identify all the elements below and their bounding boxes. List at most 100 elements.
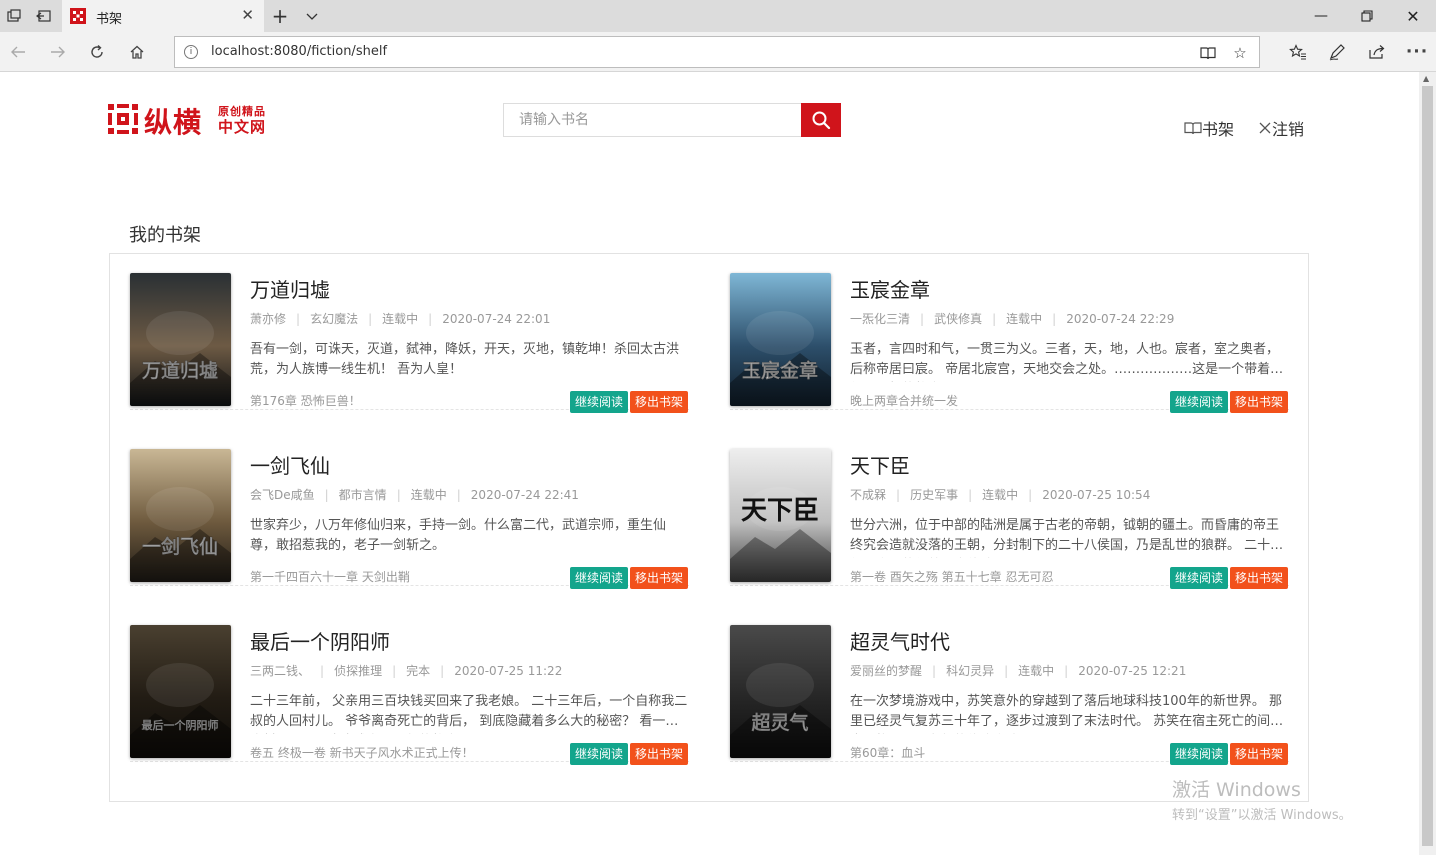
restore-icon[interactable] (1344, 4, 1390, 28)
tab-actions-icon[interactable] (4, 6, 24, 26)
refresh-icon[interactable] (86, 41, 108, 63)
continue-reading-button[interactable]: 继续阅读 (1170, 391, 1228, 413)
shelf-link[interactable]: 书架 (1184, 116, 1234, 140)
new-tab-icon[interactable]: + (270, 4, 290, 28)
browser-address-bar: i localhost:8080/fiction/shelf ☆ ··· (0, 32, 1436, 72)
logout-link[interactable]: 注销 (1258, 116, 1304, 140)
book-cover[interactable]: 天下臣 (730, 449, 831, 582)
favorite-star-icon[interactable]: ☆ (1229, 42, 1251, 64)
chevron-down-icon[interactable] (302, 6, 322, 26)
book-status: 连载中 (410, 488, 447, 502)
continue-reading-button[interactable]: 继续阅读 (1170, 743, 1228, 765)
remove-from-shelf-button[interactable]: 移出书架 (1230, 567, 1288, 589)
remove-from-shelf-button[interactable]: 移出书架 (1230, 743, 1288, 765)
book-description: 世家弃少，八万年修仙归来，手持一剑。什么富二代，武道宗师，重生仙尊，敢招惹我的，… (250, 518, 667, 553)
book-author[interactable]: 萧亦修 (250, 310, 286, 327)
book-latest-chapter[interactable]: 晚上两章合并统一发 (850, 392, 958, 409)
book-updated: 2020-07-25 11:22 (454, 664, 563, 678)
meta-divider: | (324, 488, 329, 502)
book-card: 超灵气 超灵气时代爱丽丝的梦醒 | 科幻灵异 | 连载中 | 2020-07-25 12:21… (730, 606, 1289, 765)
scroll-up-icon[interactable]: ▲ (1423, 74, 1429, 83)
search-bar (503, 103, 841, 137)
book-cover[interactable]: 最后一个阴阳师 (130, 625, 231, 758)
logo-mark-icon (108, 104, 138, 134)
meta-divider: | (896, 488, 901, 502)
book-title[interactable]: 一剑飞仙 (250, 450, 330, 479)
windows-activation-watermark: 激活 Windows 转到“设置”以激活 Windows。 (1172, 775, 1352, 823)
back-icon[interactable] (7, 41, 29, 63)
remove-from-shelf-button[interactable]: 移出书架 (1230, 391, 1288, 413)
page: 纵横 原创精品 中文网 书架 注销 我的书架 万道归墟万道归墟萧亦修|玄幻魔法|… (0, 72, 1419, 855)
watermark-line-1: 激活 Windows (1172, 779, 1301, 801)
book-category: 历史军事 (910, 488, 959, 502)
remove-from-shelf-button[interactable]: 移出书架 (630, 567, 688, 589)
book-cover[interactable]: 一剑飞仙 (130, 449, 231, 582)
meta-divider: | (992, 312, 997, 326)
reading-view-icon[interactable] (1197, 42, 1219, 64)
book-cover[interactable]: 万道归墟 (130, 273, 231, 406)
continue-reading-button[interactable]: 继续阅读 (570, 567, 628, 589)
remove-from-shelf-button[interactable]: 移出书架 (630, 391, 688, 413)
shelf-title: 我的书架 (129, 225, 201, 246)
minimize-icon[interactable]: — (1298, 4, 1344, 28)
book-updated: 2020-07-25 12:21 (1078, 664, 1187, 678)
home-icon[interactable] (126, 41, 148, 63)
book-title[interactable]: 玉宸金章 (850, 274, 930, 303)
remove-from-shelf-button[interactable]: 移出书架 (630, 743, 688, 765)
book-author[interactable]: 三两二钱、 (250, 662, 310, 679)
close-tab-icon[interactable]: ✕ (241, 6, 254, 24)
continue-reading-button[interactable]: 继续阅读 (570, 391, 628, 413)
forward-icon[interactable] (47, 41, 69, 63)
book-meta: 会飞De咸鱼 | 都市言情 | 连载中 | 2020-07-24 22:41 (250, 486, 579, 503)
info-icon[interactable]: i (184, 45, 198, 59)
share-icon[interactable] (1366, 41, 1388, 63)
cover-title: 天下臣 (741, 496, 819, 526)
book-latest-chapter[interactable]: 第60章：血斗 (850, 744, 925, 761)
book-title[interactable]: 超灵气时代 (850, 626, 950, 655)
favorites-icon[interactable] (1287, 41, 1309, 63)
close-window-icon[interactable]: ✕ (1390, 4, 1436, 28)
book-latest-chapter[interactable]: 第一卷 酉矢之殇 第五十七章 忍无可忍 (850, 568, 1053, 585)
scroll-thumb[interactable] (1422, 86, 1433, 846)
tabs-aside-icon[interactable] (34, 6, 54, 26)
continue-reading-button[interactable]: 继续阅读 (1170, 567, 1228, 589)
book-author[interactable]: 不成槑 (850, 486, 886, 503)
book-category: 武侠修真 (934, 312, 983, 326)
book-author[interactable]: 爱丽丝的梦醒 (850, 662, 922, 679)
more-icon[interactable]: ··· (1406, 41, 1428, 63)
book-title[interactable]: 天下臣 (850, 450, 910, 479)
book-card: 玉宸金章 玉宸金章 一炁化三清 | 武侠修真 | 连载中 | 2020-07-24 22:29 玉… (730, 254, 1289, 413)
book-open-icon (1184, 122, 1202, 135)
book-title[interactable]: 最后一个阴阳师 (250, 626, 390, 655)
book-latest-chapter[interactable]: 第176章 恐怖巨兽！ (250, 392, 361, 409)
cover-title: 最后一个阴阳师 (142, 718, 219, 732)
search-input[interactable] (503, 103, 801, 137)
page-scrollbar[interactable]: ▲ (1419, 72, 1436, 855)
close-x-icon (1259, 122, 1271, 134)
book-card: 万道归墟 万道归墟 萧亦修 | 玄幻魔法 | 连载中 | 2020-07-24 22:01 吾有一… (130, 254, 689, 413)
book-category: 侦探推理 (334, 664, 383, 678)
browser-tab-active[interactable]: 书架 ✕ (62, 0, 264, 32)
book-meta: 三两二钱、 | 侦探推理 | 完本 | 2020-07-25 11:22 (250, 662, 562, 679)
book-status: 连载中 (1018, 664, 1055, 678)
book-latest-chapter[interactable]: 卷五 终极一卷 新书天子风水术正式上传！ (250, 744, 474, 761)
book-cover[interactable]: 超灵气 (730, 625, 831, 758)
book-author[interactable]: 一炁化三清 (850, 310, 910, 327)
search-button[interactable] (801, 103, 841, 137)
book-latest-chapter[interactable]: 第一千四百六十一章 天剑出鞘 (250, 568, 410, 585)
continue-reading-button[interactable]: 继续阅读 (570, 743, 628, 765)
book-meta: 爱丽丝的梦醒 | 科幻灵异 | 连载中 | 2020-07-25 12:21 (850, 662, 1186, 679)
pen-notes-icon[interactable] (1326, 41, 1348, 63)
book-updated: 2020-07-25 10:54 (1042, 488, 1151, 502)
book-title[interactable]: 万道归墟 (250, 274, 330, 303)
book-card: 一剑飞仙 一剑飞仙 会飞De咸鱼 | 都市言情 | 连载中 | 2020-07-24 22:41… (130, 430, 689, 589)
meta-divider: | (968, 488, 973, 502)
book-meta: 不成槑 | 历史军事 | 连载中 | 2020-07-25 10:54 (850, 486, 1150, 503)
book-description: 在一次梦境游戏中，苏笑意外的穿越到了落后地球科技100年的新世界。 那里已经灵气… (850, 694, 1284, 729)
url-field[interactable]: i localhost:8080/fiction/shelf ☆ (174, 36, 1260, 68)
book-author[interactable]: 会飞De咸鱼 (250, 486, 315, 503)
book-cover[interactable]: 玉宸金章 (730, 273, 831, 406)
book-status: 连载中 (382, 312, 419, 326)
site-logo[interactable]: 纵横 原创精品 中文网 (108, 102, 278, 139)
book-description: 吾有一剑，可诛天，灭道，弑神，降妖，开天，灭地，镇乾坤！杀回太古洪荒，为人族博一… (250, 342, 680, 377)
